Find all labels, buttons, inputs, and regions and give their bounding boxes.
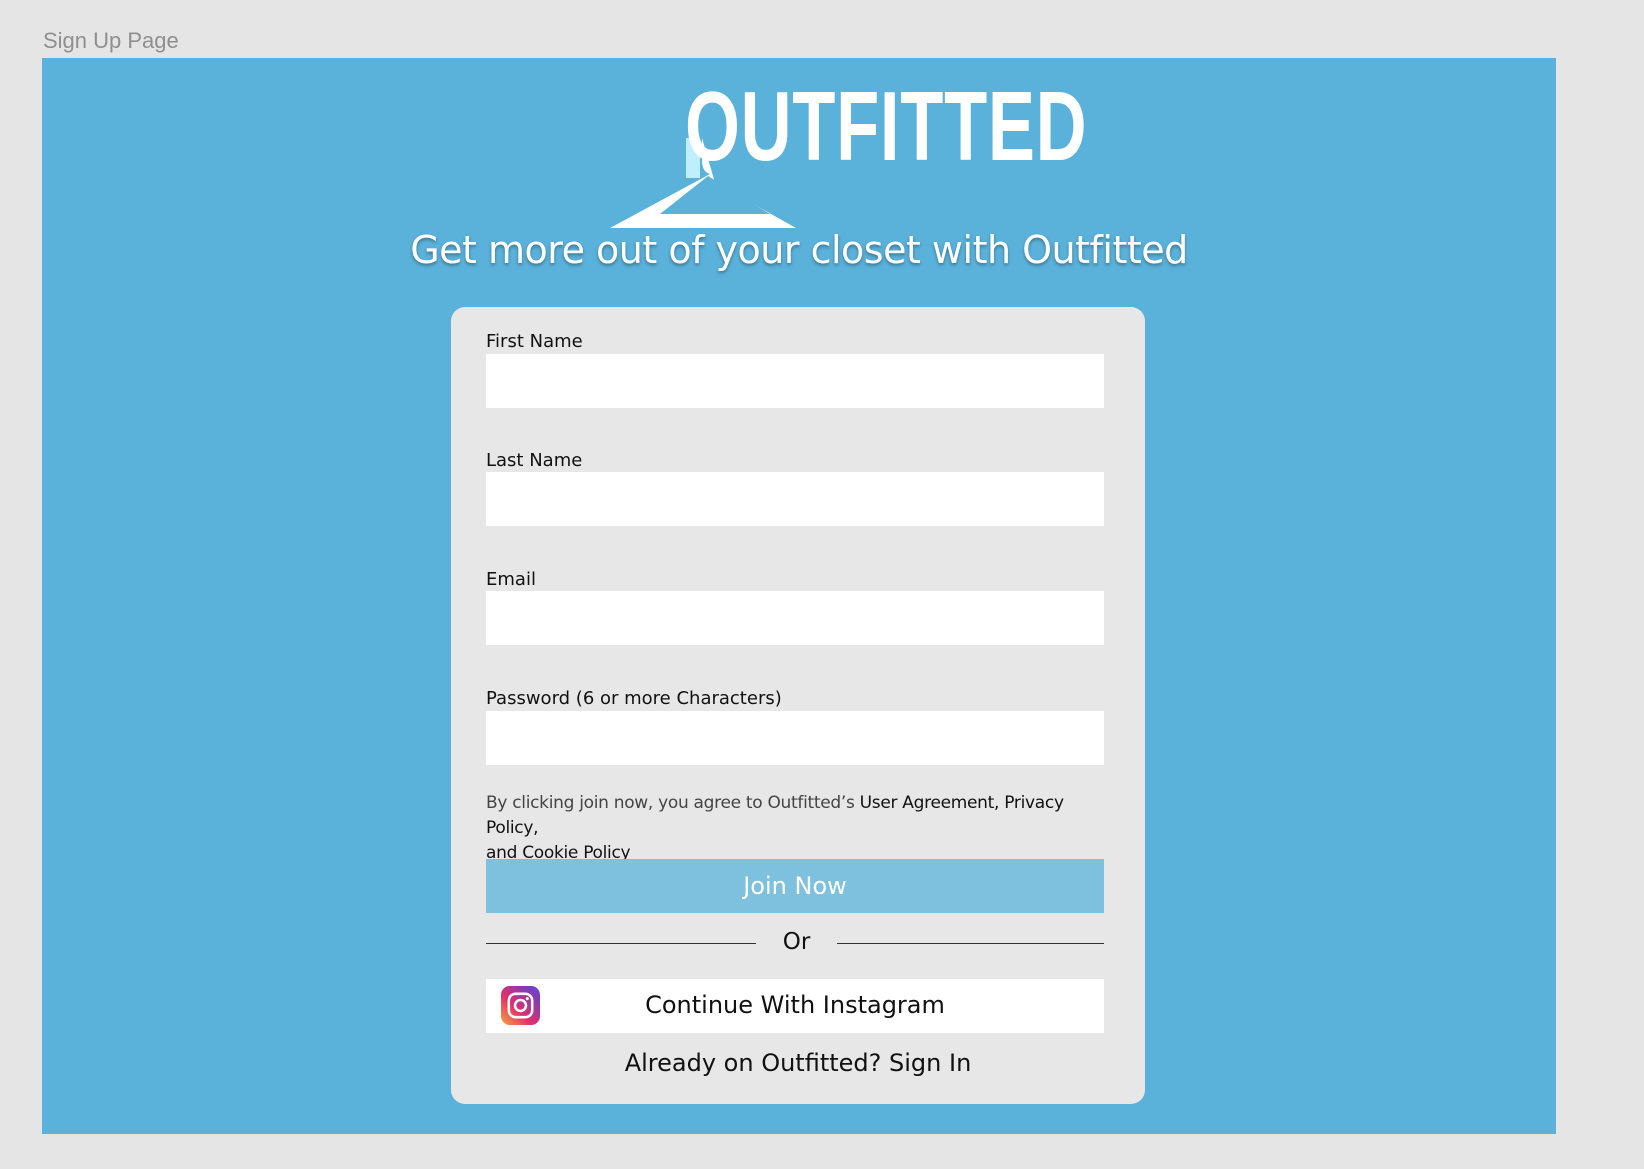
signup-page-canvas: OUTFITTED Get more out of your closet wi… xyxy=(42,58,1556,1134)
last-name-input[interactable] xyxy=(486,472,1104,526)
sign-in-link[interactable]: Already on Outfitted? Sign In xyxy=(451,1049,1145,1077)
last-name-label: Last Name xyxy=(486,450,583,471)
email-label: Email xyxy=(486,569,536,590)
first-name-label: First Name xyxy=(486,331,583,352)
divider-or: Or xyxy=(782,929,811,955)
first-name-input[interactable] xyxy=(486,354,1104,408)
password-label: Password (6 or more Characters) xyxy=(486,688,782,709)
email-input[interactable] xyxy=(486,591,1104,645)
logo-wordmark: OUTFITTED xyxy=(685,71,1088,181)
divider-left xyxy=(486,943,756,944)
signup-card: First Name Last Name Email Password (6 o… xyxy=(451,307,1145,1104)
password-input[interactable] xyxy=(486,711,1104,765)
frame-label: Sign Up Page xyxy=(43,28,179,53)
divider-right xyxy=(837,943,1104,944)
join-now-button[interactable]: Join Now xyxy=(486,859,1104,913)
terms-text: By clicking join now, you agree to Outfi… xyxy=(486,791,1116,866)
outfitted-logo: OUTFITTED xyxy=(610,76,1087,228)
tagline: Get more out of your closet with Outfitt… xyxy=(410,228,1188,272)
continue-with-instagram-button[interactable]: Continue With Instagram xyxy=(486,979,1104,1033)
user-agreement-link[interactable]: User Agreement, xyxy=(860,793,1000,813)
instagram-button-label: Continue With Instagram xyxy=(645,991,945,1019)
terms-prefix: By clicking join now, you agree to Outfi… xyxy=(486,793,860,813)
